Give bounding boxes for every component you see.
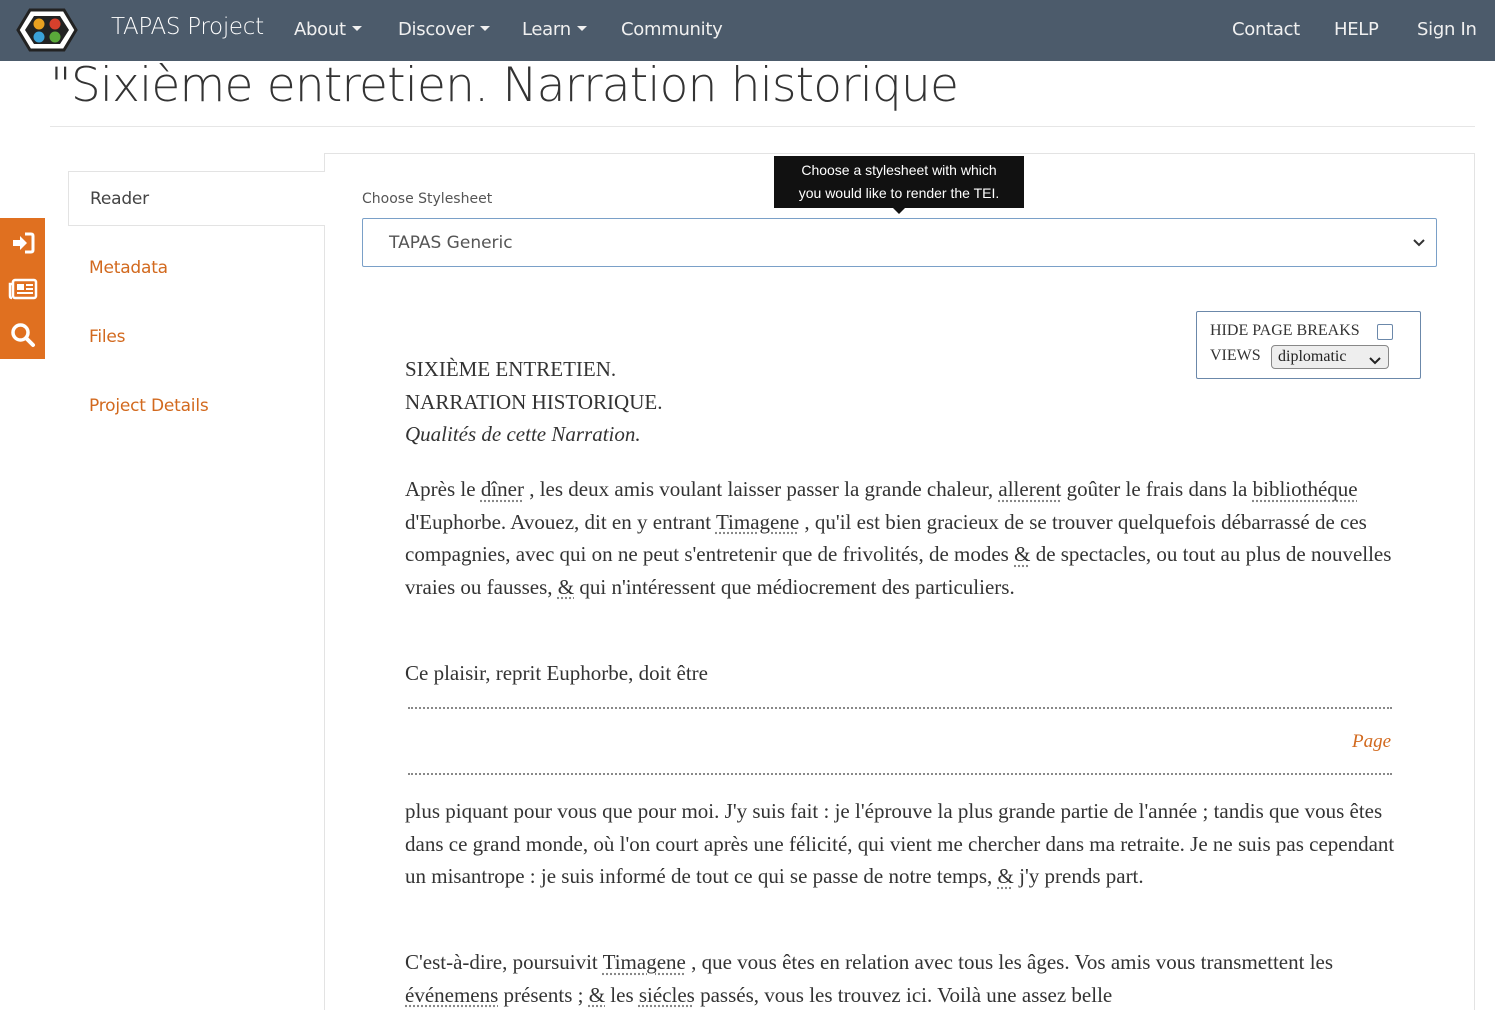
annotated-word[interactable]: bibliothéque xyxy=(1253,477,1358,501)
annotated-word[interactable]: & xyxy=(589,983,605,1007)
tooltip-arrow xyxy=(893,208,905,214)
doc-paragraph: Après le dîner , les deux amis voulant l… xyxy=(405,473,1395,603)
title-divider xyxy=(50,126,1475,127)
hide-page-breaks-label: HIDE PAGE BREAKS xyxy=(1210,322,1360,340)
sign-in-icon[interactable] xyxy=(0,220,45,266)
views-label: VIEWS xyxy=(1210,347,1261,365)
text: les xyxy=(605,983,639,1007)
nav-about-label: About xyxy=(294,19,346,40)
text: goûter le frais dans la xyxy=(1061,477,1252,501)
doc-paragraph: plus piquant pour vous que pour moi. J'y… xyxy=(405,795,1395,893)
tab-metadata[interactable]: Metadata xyxy=(68,241,325,296)
page-break-rule xyxy=(408,707,1392,709)
text: C'est-à-dire, poursuivit xyxy=(405,950,603,974)
chevron-down-icon xyxy=(1369,353,1381,371)
caret-down-icon xyxy=(577,26,587,31)
nav-discover-label: Discover xyxy=(398,19,474,40)
nav-about[interactable]: About xyxy=(294,19,362,40)
page-break-marker[interactable]: Page xyxy=(1352,731,1391,753)
page-title: "Sixième entretien. Narration historique xyxy=(50,58,958,113)
text: d'Euphorbe. Avouez, dit en y entrant xyxy=(405,510,716,534)
nav-community[interactable]: Community xyxy=(621,19,722,40)
chevron-down-icon xyxy=(1412,236,1426,255)
tooltip-line-1: Choose a stylesheet with which xyxy=(774,159,1024,182)
side-toolbar xyxy=(0,218,45,359)
annotated-word[interactable]: Timagene xyxy=(716,510,799,534)
page-break-rule xyxy=(408,773,1392,775)
stylesheet-selected-value: TAPAS Generic xyxy=(389,233,513,253)
view-controls: HIDE PAGE BREAKS VIEWS diplomatic xyxy=(1196,311,1421,379)
annotated-word[interactable]: dîner xyxy=(481,477,524,501)
text: Après le xyxy=(405,477,481,501)
annotated-word[interactable]: Timagene xyxy=(603,950,686,974)
tapas-logo[interactable] xyxy=(16,8,78,52)
text: qui n'intéressent que médiocrement des p… xyxy=(574,575,1015,599)
nav-learn[interactable]: Learn xyxy=(522,19,587,40)
views-select[interactable]: diplomatic xyxy=(1271,345,1389,369)
newspaper-icon[interactable] xyxy=(0,266,45,312)
search-icon[interactable] xyxy=(0,312,45,358)
doc-heading-1: SIXIÈME ENTRETIEN. xyxy=(405,357,616,382)
tab-project-details[interactable]: Project Details xyxy=(68,379,325,434)
nav-contact[interactable]: Contact xyxy=(1232,19,1300,40)
annotated-word[interactable]: & xyxy=(1014,542,1030,566)
caret-down-icon xyxy=(352,26,362,31)
content-top-border xyxy=(324,153,1475,154)
doc-paragraph: Ce plaisir, reprit Euphorbe, doit être xyxy=(405,657,1395,690)
stylesheet-tooltip: Choose a stylesheet with which you would… xyxy=(774,156,1024,208)
content-right-border xyxy=(1474,153,1475,1010)
nav-sign-in[interactable]: Sign In xyxy=(1417,19,1477,40)
tab-files[interactable]: Files xyxy=(68,310,325,365)
text: j'y prends part. xyxy=(1014,864,1144,888)
nav-discover[interactable]: Discover xyxy=(398,19,490,40)
views-selected-value: diplomatic xyxy=(1278,348,1346,366)
annotated-word[interactable]: événemens xyxy=(405,983,498,1007)
doc-heading-3: Qualités de cette Narration. xyxy=(405,422,641,447)
annotated-word[interactable]: & xyxy=(558,575,574,599)
nav-help[interactable]: HELP xyxy=(1334,19,1379,40)
stylesheet-select[interactable]: TAPAS Generic xyxy=(362,218,1437,267)
nav-learn-label: Learn xyxy=(522,19,571,40)
text: , que vous êtes en relation avec tous le… xyxy=(686,950,1333,974)
doc-paragraph: C'est-à-dire, poursuivit Timagene , que … xyxy=(405,946,1395,1010)
nav-community-label: Community xyxy=(621,19,722,40)
text: plus piquant pour vous que pour moi. J'y… xyxy=(405,799,1394,888)
hide-page-breaks-checkbox[interactable] xyxy=(1377,324,1393,340)
tab-reader[interactable]: Reader xyxy=(68,171,325,226)
text: présents ; xyxy=(498,983,588,1007)
annotated-word[interactable]: siécles xyxy=(639,983,695,1007)
top-navbar: TAPAS Project About Discover Learn Commu… xyxy=(0,0,1495,61)
doc-heading-2: NARRATION HISTORIQUE. xyxy=(405,390,662,415)
stylesheet-label: Choose Stylesheet xyxy=(362,191,492,207)
annotated-word[interactable]: allerent xyxy=(998,477,1061,501)
brand-name[interactable]: TAPAS Project xyxy=(111,14,264,40)
caret-down-icon xyxy=(480,26,490,31)
text: , les deux amis voulant laisser passer l… xyxy=(524,477,998,501)
text: passés, vous les trouvez ici. Voilà une … xyxy=(695,983,1112,1007)
tooltip-line-2: you would like to render the TEI. xyxy=(774,182,1024,205)
annotated-word[interactable]: & xyxy=(998,864,1014,888)
